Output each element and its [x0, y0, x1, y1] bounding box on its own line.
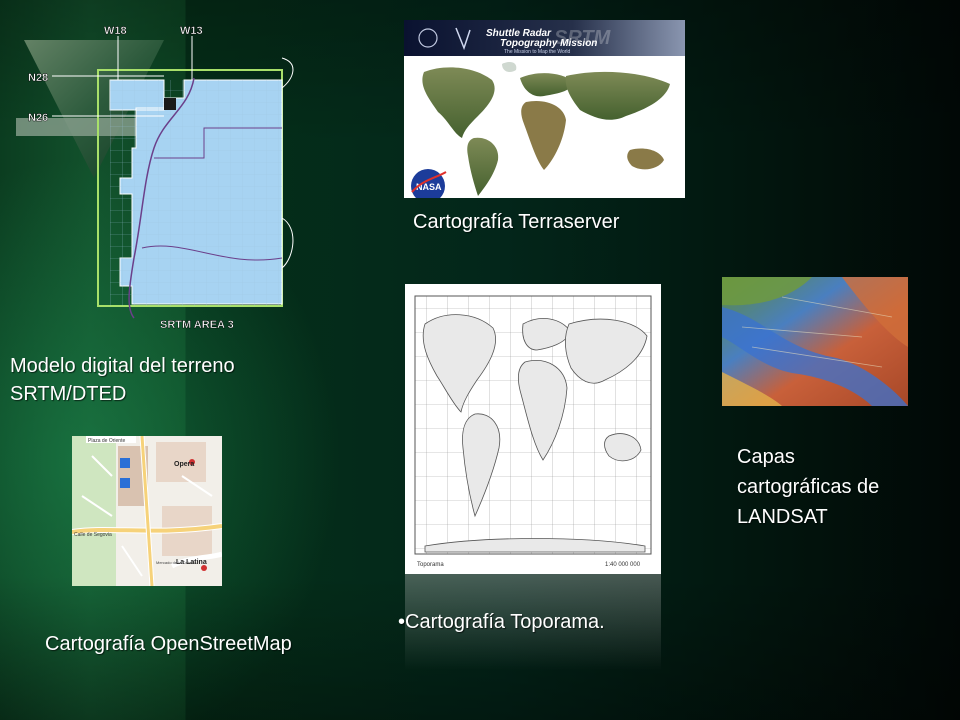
srtm-map-image: W18 W13 N28 N26 SRTM AREA 3 [14, 18, 314, 334]
srtm-label-w18: W18 [104, 25, 127, 37]
caption-landsat-line3: LANDSAT [737, 506, 828, 528]
slide: W18 W13 N28 N26 SRTM AREA 3 Shuttle Rada… [0, 0, 960, 720]
srtm-label-area: SRTM AREA 3 [160, 319, 234, 331]
srtm-label-w13: W13 [180, 25, 203, 37]
toporama-footer-left: Toporama [417, 562, 444, 568]
osm-label-opera: Opera [174, 461, 194, 468]
caption-toporama: •Cartografía Toporama. [398, 611, 605, 633]
banner-big-text: SRTM [554, 27, 612, 49]
caption-srtm-line2: SRTM/DTED [10, 383, 127, 405]
banner-tagline: The Mission to Map the World [504, 49, 571, 55]
nasa-logo-text: NASA [416, 182, 442, 192]
toporama-footer-right: 1:40 000 000 [605, 562, 641, 568]
osm-label-top-street: Plaza de Oriente [88, 438, 125, 444]
parking-icon [120, 458, 130, 468]
landsat-image [722, 277, 908, 406]
caption-landsat-line1: Capas [737, 446, 795, 468]
terraserver-map-image: Shuttle Radar Topography Mission The Mis… [404, 20, 685, 198]
caption-terraserver: Cartografía Terraserver [413, 211, 620, 233]
srtm-label-n26: N26 [28, 112, 48, 124]
srtm-label-n28: N28 [28, 72, 48, 84]
caption-landsat-line2: cartográficas de [737, 476, 880, 498]
toporama-map-image: Toporama 1:40 000 000 [405, 284, 661, 574]
caption-landsat: Capas cartográficas de LANDSAT [737, 442, 879, 532]
osm-label-market: Mercado de la Cebada [156, 560, 197, 565]
caption-srtm-line1: Modelo digital del terreno [10, 355, 235, 377]
parking-icon-2 [120, 478, 130, 488]
openstreetmap-image: Plaza de Oriente Opera Calle de Segovia … [72, 436, 222, 586]
osm-label-calle: Calle de Segovia [74, 532, 112, 538]
caption-srtm: Modelo digital del terreno SRTM/DTED [10, 352, 235, 408]
caption-openstreetmap: Cartografía OpenStreetMap [45, 633, 292, 655]
